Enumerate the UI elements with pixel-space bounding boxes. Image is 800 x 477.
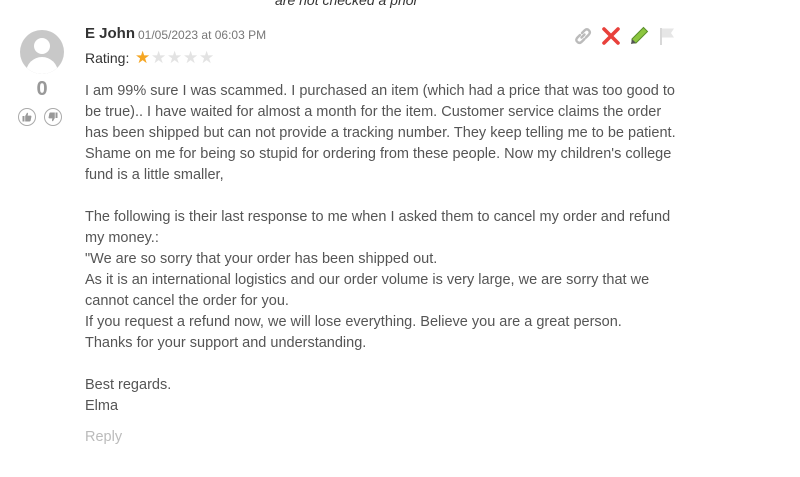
comment-paragraph: The following is their last response to …: [85, 209, 671, 246]
comment-paragraph: [85, 186, 685, 207]
star-empty-icon: ★: [151, 48, 167, 67]
upvote-button[interactable]: [18, 108, 36, 126]
flag-icon: [660, 28, 674, 45]
comment-date: 01/05/2023 at 06:03 PM: [138, 28, 267, 42]
vote-count: 0: [36, 78, 48, 100]
thumbs-down-icon: [48, 112, 58, 122]
close-icon: [602, 27, 620, 45]
edit-button[interactable]: [628, 25, 650, 47]
comment-paragraph: As it is an international logistics and …: [85, 272, 650, 309]
comment-body: I am 99% sure I was scammed. I purchased…: [85, 81, 685, 417]
star-empty-icon: ★: [183, 48, 199, 67]
avatar-body-shape: [26, 57, 58, 74]
star-filled-icon: ★: [135, 48, 151, 67]
comment-paragraph: Thanks for your support and understandin…: [85, 335, 367, 351]
comment-author[interactable]: E John: [85, 25, 135, 42]
downvote-button[interactable]: [44, 108, 62, 126]
delete-button[interactable]: [600, 25, 622, 47]
thumbs-up-icon: [22, 112, 32, 122]
comment-paragraph: Elma: [85, 398, 119, 414]
pencil-icon: [631, 26, 649, 44]
avatar-head-shape: [34, 38, 50, 54]
reply-link[interactable]: Reply: [85, 429, 122, 445]
comment-paragraph: I am 99% sure I was scammed. I purchased…: [85, 83, 676, 183]
rating-label: Rating:: [85, 50, 130, 66]
comment-paragraph: [85, 354, 685, 375]
rating-stars: ★ ★ ★ ★ ★: [135, 48, 215, 68]
comment: 0 E John 01/05/2023 at 06:03 PM Rating: …: [0, 0, 800, 477]
permalink-button[interactable]: [572, 25, 594, 47]
comment-paragraph: "We are so sorry that your order has bee…: [85, 251, 438, 267]
link-icon: [575, 28, 592, 45]
comment-paragraph: Best regards.: [85, 377, 172, 393]
comment-actions: [572, 25, 678, 47]
comment-paragraph: If you request a refund now, we will los…: [85, 314, 622, 330]
star-empty-icon: ★: [167, 48, 183, 67]
star-empty-icon: ★: [199, 48, 215, 67]
avatar: [20, 30, 64, 74]
report-button[interactable]: [656, 25, 678, 47]
